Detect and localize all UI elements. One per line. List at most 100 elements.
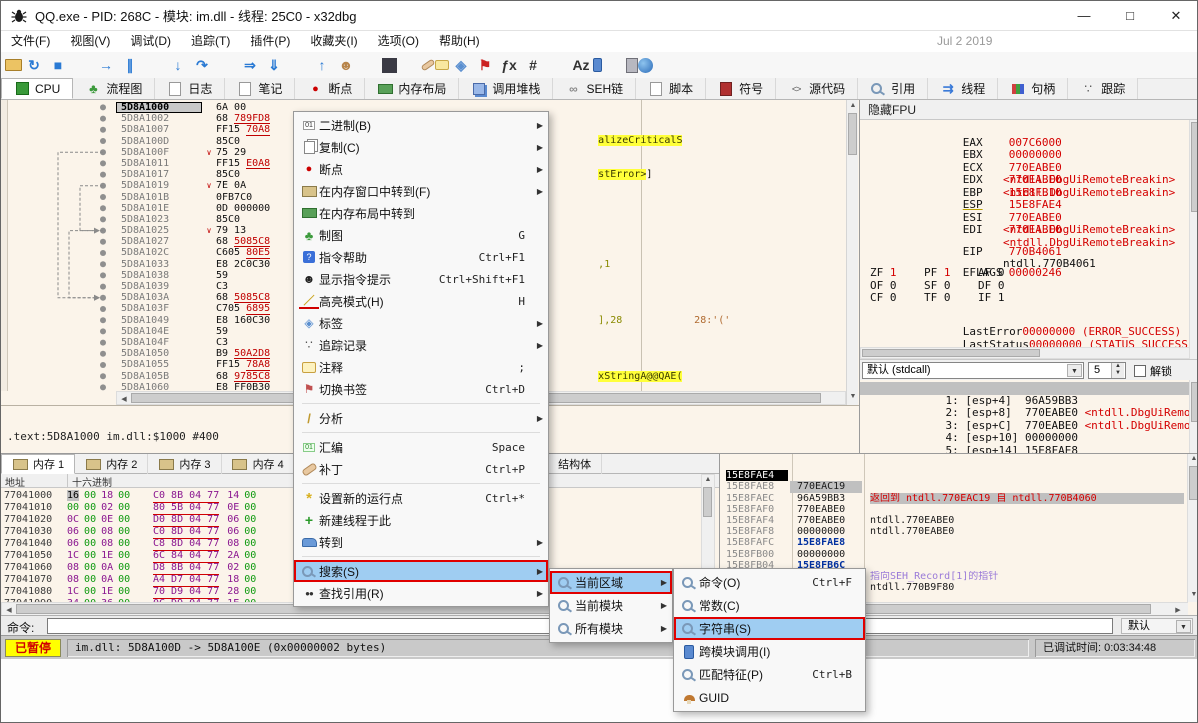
tab-handles[interactable]: 句柄 bbox=[998, 78, 1068, 99]
stack-row[interactable]: 15E8FB00 15E8FB6C 指向SEH_Record[1]的指针 bbox=[720, 537, 1186, 548]
argument-count-stepper[interactable]: 5 ▲▼ bbox=[1088, 362, 1126, 379]
stack-row[interactable]: 15E8FAF4 00000000 bbox=[720, 504, 1186, 515]
menubar-view[interactable]: 视图(V) bbox=[60, 31, 120, 52]
chevron-down-icon[interactable]: ▼ bbox=[1176, 620, 1191, 633]
search-pattern[interactable]: 匹配特征(P) Ctrl+B bbox=[674, 663, 865, 686]
registers-list[interactable]: EAX007C6000 EBX00000000 ECX770EABE0 <ntd… bbox=[860, 120, 1190, 347]
dump-row[interactable]: 770410200C000E00D0 8D 04 770600 bbox=[1, 514, 313, 526]
register-row[interactable]: EAX007C6000 bbox=[860, 124, 1190, 137]
unlock-checkbox[interactable]: 解锁 bbox=[1134, 363, 1172, 379]
tab-memory-map[interactable]: 内存布局 bbox=[365, 78, 459, 99]
stop-icon[interactable]: ■ bbox=[46, 54, 70, 76]
menu-label[interactable]: 标签 ▶ bbox=[294, 312, 548, 334]
stack-row[interactable]: 15E8FAFC 00000000 bbox=[720, 526, 1186, 537]
run-to-user-code-icon[interactable]: ↑ bbox=[310, 54, 334, 76]
menu-analysis[interactable]: 分析 ▶ bbox=[294, 407, 548, 429]
menu-find-references[interactable]: 查找引用(R) ▶ bbox=[294, 582, 548, 604]
menu-follow-in-dump[interactable]: 在内存窗口中转到(F) ▶ bbox=[294, 180, 548, 202]
register-row[interactable]: EDX770EABE0 <ntdll.DbgUiRemoteBreakin> bbox=[860, 162, 1190, 175]
maximize-button[interactable]: □ bbox=[1107, 1, 1153, 31]
tab-references[interactable]: 引用 bbox=[858, 78, 928, 99]
stack-row[interactable]: 15E8FAF8 15E8FAE8 bbox=[720, 515, 1186, 526]
constant-icon[interactable]: # bbox=[521, 54, 545, 76]
search-command[interactable]: 命令(O) Ctrl+F bbox=[674, 571, 865, 594]
menu-comment[interactable]: 注释 ; bbox=[294, 356, 548, 378]
tab-threads[interactable]: 线程 bbox=[928, 78, 998, 99]
menubar-file[interactable]: 文件(F) bbox=[1, 31, 60, 52]
function-icon[interactable]: ƒx bbox=[497, 54, 521, 76]
register-row[interactable]: EFLAGS00000246 bbox=[860, 255, 1190, 268]
checkbox-box[interactable] bbox=[1134, 365, 1146, 377]
tab-dump-3[interactable]: 内存 3 bbox=[148, 454, 221, 474]
label-icon[interactable]: ◈ bbox=[449, 54, 473, 76]
step-out-icon[interactable]: ⇓ bbox=[262, 54, 286, 76]
stack-row[interactable]: 15E8FAE8 96A59BB3 bbox=[720, 470, 1186, 481]
menu-toggle-bookmark[interactable]: 切换书签 Ctrl+D bbox=[294, 378, 548, 400]
run-until-user-icon[interactable]: ☻ bbox=[334, 54, 358, 76]
stepper-arrows[interactable]: ▲▼ bbox=[1111, 363, 1124, 378]
hide-fpu-button[interactable]: 隐藏FPU bbox=[860, 100, 1198, 120]
intermodular-calls-icon[interactable] bbox=[593, 58, 602, 72]
search-intermodular-calls[interactable]: 跨模块调用(I) bbox=[674, 640, 865, 663]
menu-search[interactable]: 搜索(S) ▶ bbox=[294, 560, 548, 582]
registers-hscrollbar[interactable] bbox=[860, 347, 1190, 359]
register-row[interactable] bbox=[860, 224, 1190, 233]
menubar-debug[interactable]: 调试(D) bbox=[120, 31, 181, 52]
dump-row[interactable]: 7704100016001800C0 8B 04 771400 bbox=[1, 490, 313, 502]
tab-dump-4[interactable]: 内存 4 bbox=[222, 454, 295, 474]
calculator-icon[interactable] bbox=[626, 58, 638, 73]
menubar-trace[interactable]: 追踪(T) bbox=[181, 31, 240, 52]
search-string-references[interactable]: 字符串(S) bbox=[674, 617, 865, 640]
menu-copy[interactable]: 复制(C) ▶ bbox=[294, 136, 548, 158]
register-row[interactable]: ESP15E8FAE4 bbox=[860, 187, 1190, 200]
menu-trace-record[interactable]: 追踪记录 ▶ bbox=[294, 334, 548, 356]
menu-follow-in-memory-map[interactable]: 在内存布局中转到 bbox=[294, 202, 548, 224]
registers-vscrollbar[interactable] bbox=[1189, 120, 1198, 359]
arguments-vscrollbar[interactable] bbox=[1189, 380, 1198, 453]
chevron-down-icon[interactable]: ▼ bbox=[1067, 364, 1082, 377]
search-constant[interactable]: 常数(C) bbox=[674, 594, 865, 617]
stack-vscrollbar[interactable]: ▲ ▼ bbox=[1187, 454, 1198, 602]
menu-breakpoint[interactable]: 断点 ▶ bbox=[294, 158, 548, 180]
menu-binary[interactable]: 二进制(B) ▶ bbox=[294, 114, 548, 136]
dump-row[interactable]: 7704104006000800C8 8D 04 770800 bbox=[1, 538, 313, 550]
tab-log[interactable]: 日志 bbox=[155, 78, 225, 99]
dump-row[interactable]: 770410100000020080 5B 04 770E00 bbox=[1, 502, 313, 514]
close-button[interactable]: ✕ bbox=[1153, 1, 1198, 31]
minimize-button[interactable]: — bbox=[1061, 1, 1107, 31]
patch-icon[interactable] bbox=[421, 59, 436, 72]
dump-row[interactable]: 770410801C001E0070 D9 04 772800 bbox=[1, 586, 313, 598]
stack-row[interactable]: 15E8FAE4 770EAC19 返回到 ntdll.770EAC19 自 n… bbox=[720, 459, 1186, 470]
calling-convention-select[interactable]: 默认 (stdcall) ▼ bbox=[862, 362, 1084, 379]
argument-row[interactable]: 1: [esp+4] 96A59BB3 bbox=[860, 382, 1190, 395]
stack-row[interactable]: 15E8FB04 770B9F80 ntdll.770B9F80 bbox=[720, 549, 1186, 560]
dump-row[interactable]: 7704103006000800C0 8D 04 770600 bbox=[1, 526, 313, 538]
register-row[interactable]: ECX770EABE0 <ntdll.DbgUiRemoteBreakin> bbox=[860, 149, 1190, 162]
step-over-icon[interactable]: ↷ bbox=[190, 54, 214, 76]
menu-assemble[interactable]: 汇编 Space bbox=[294, 436, 548, 458]
dump-row[interactable]: 770410501C001E006C 84 04 772A00 bbox=[1, 550, 313, 562]
submenu-all-modules[interactable]: 所有模块 ▶ bbox=[550, 617, 672, 640]
submenu-current-module[interactable]: 当前模块 ▶ bbox=[550, 594, 672, 617]
pause-icon[interactable]: ∥ bbox=[118, 54, 142, 76]
menubar-favourites[interactable]: 收藏夹(I) bbox=[300, 31, 367, 52]
register-row[interactable]: EBP15E8FB10 bbox=[860, 174, 1190, 187]
tab-symbols[interactable]: 符号 bbox=[706, 78, 776, 99]
stack-row[interactable]: 15E8FAEC 770EABE0 ntdll.770EABE0 bbox=[720, 481, 1186, 492]
tab-trace[interactable]: 跟踪 bbox=[1068, 78, 1138, 99]
tab-cpu[interactable]: CPU bbox=[1, 78, 73, 99]
comment-icon[interactable] bbox=[435, 60, 449, 70]
menu-new-thread-here[interactable]: 新建线程于此 bbox=[294, 509, 548, 531]
internet-help-icon[interactable] bbox=[638, 58, 653, 73]
search-guid[interactable]: GUID bbox=[674, 686, 865, 709]
bookmark-icon[interactable]: ⚑ bbox=[473, 54, 497, 76]
tab-dump-2[interactable]: 内存 2 bbox=[75, 454, 148, 474]
tab-notes[interactable]: 笔记 bbox=[225, 78, 295, 99]
strings-icon[interactable]: Az bbox=[569, 54, 593, 76]
dump-row[interactable]: 7704106008000A00D8 8B 04 770200 bbox=[1, 562, 313, 574]
execute-till-return-icon[interactable]: ⇒ bbox=[238, 54, 262, 76]
step-into-icon[interactable]: ↓ bbox=[166, 54, 190, 76]
disassembly-vscrollbar[interactable]: ▲ ▼ bbox=[846, 100, 858, 405]
register-row[interactable] bbox=[860, 246, 1190, 255]
menu-graph[interactable]: 制图 G bbox=[294, 224, 548, 246]
